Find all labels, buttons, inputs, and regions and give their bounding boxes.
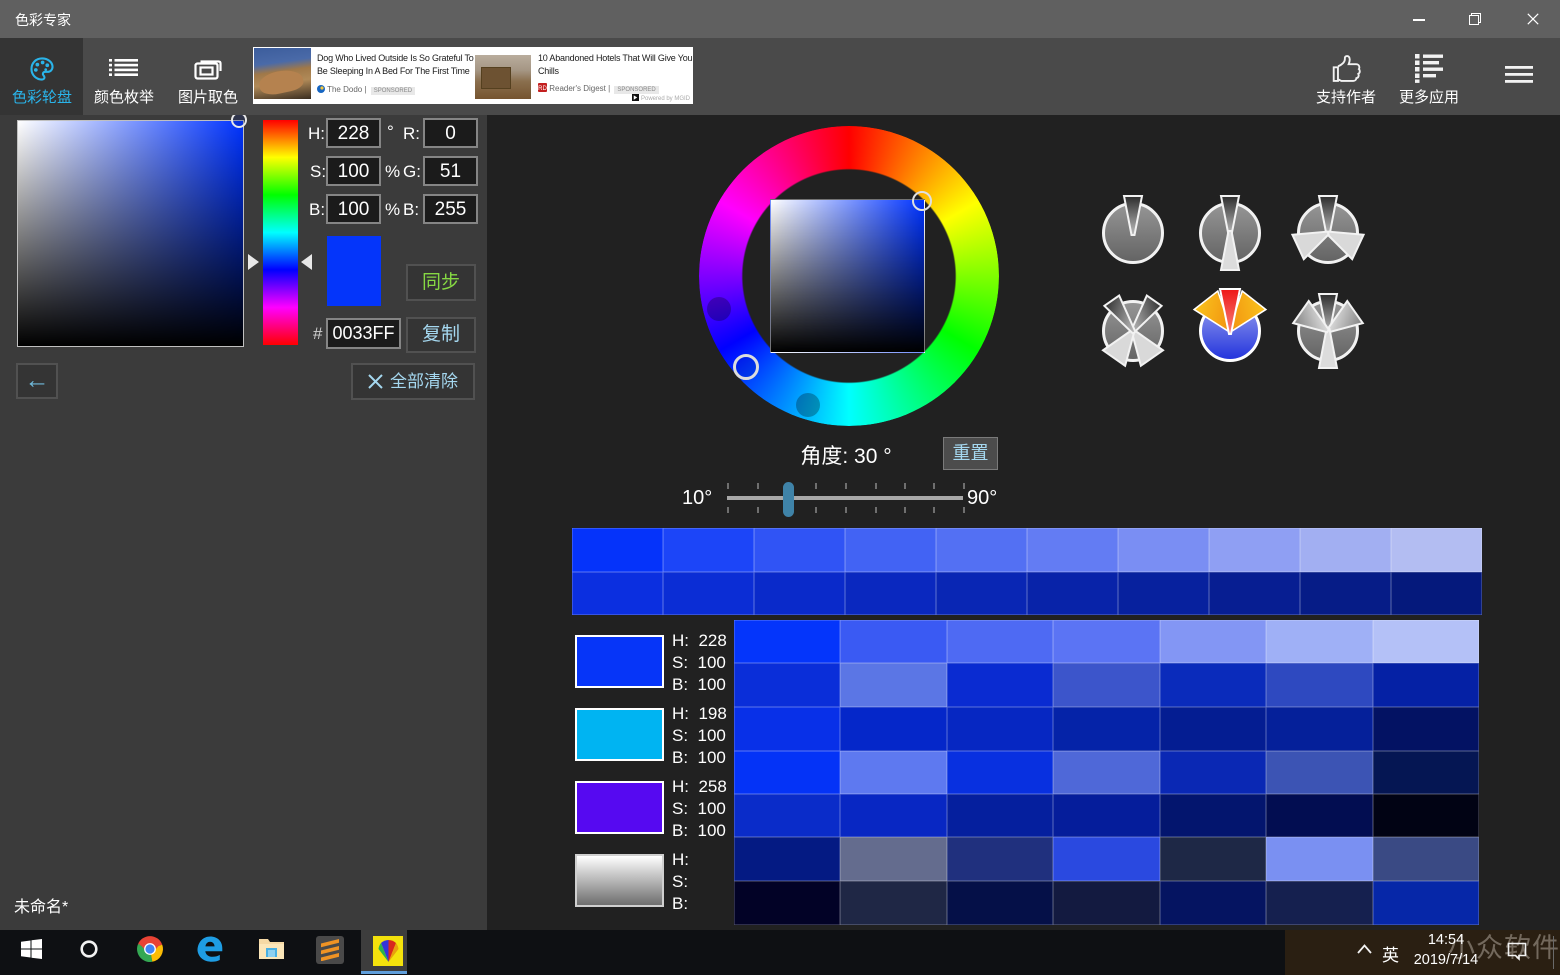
svg-text:RD: RD (538, 86, 547, 92)
